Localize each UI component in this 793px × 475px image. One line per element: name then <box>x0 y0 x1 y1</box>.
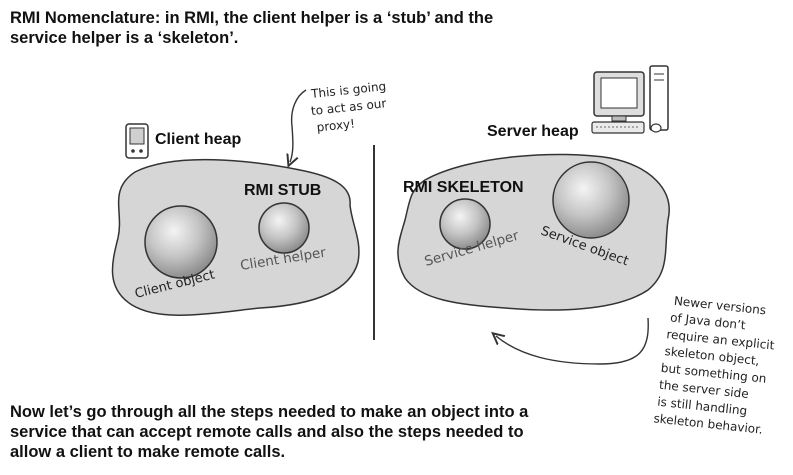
skeleton-note: Newer versions of Java don’t require an … <box>653 294 775 437</box>
rmi-skeleton-label: RMI SKELETON <box>403 179 524 196</box>
desktop-computer-icon <box>591 65 669 134</box>
pda-icon <box>125 123 149 159</box>
client-object-sphere <box>144 205 218 279</box>
client-helper-sphere <box>258 202 310 254</box>
client-heap-label: Client heap <box>155 131 241 148</box>
page-footer: Now let’s go through all the steps neede… <box>10 402 650 462</box>
server-heap-label: Server heap <box>487 123 579 140</box>
service-object-sphere <box>552 161 630 239</box>
skeleton-note-arrow <box>496 317 649 365</box>
skeleton-note-line-8: skeleton behavior. <box>653 411 764 436</box>
proxy-note-arrow <box>290 89 307 162</box>
footer-line-1: Now let’s go through all the steps neede… <box>10 403 529 421</box>
proxy-note-line-3: proxy! <box>316 117 356 135</box>
proxy-note: This is going to act as our proxy! <box>309 79 387 135</box>
server-heap-blob <box>397 153 670 311</box>
footer-line-3: allow a client to make remote calls. <box>10 443 286 461</box>
rmi-stub-label: RMI STUB <box>244 182 321 199</box>
footer-line-2: service that can accept remote calls and… <box>10 423 524 441</box>
